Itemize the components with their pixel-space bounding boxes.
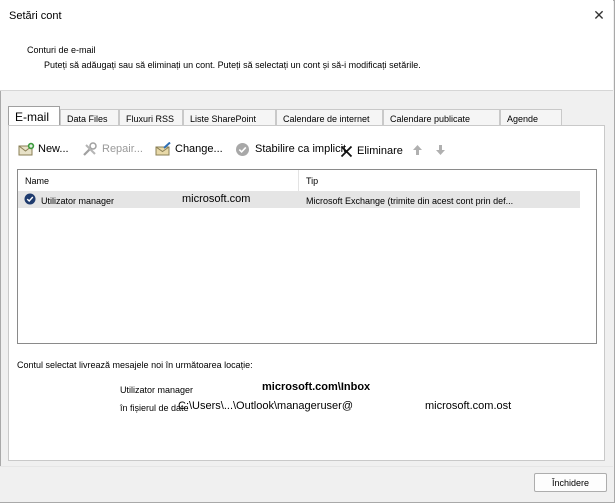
tab-internet-calendars[interactable]: Calendare de internet — [276, 109, 383, 125]
move-down-button[interactable] — [435, 141, 446, 159]
table-row[interactable]: Utilizator manager microsoft.com Microso… — [18, 191, 580, 208]
new-account-icon — [18, 142, 35, 157]
delivery-mailbox: microsoft.com\Inbox — [262, 381, 371, 393]
title-bar: Setări cont ✕ — [0, 0, 613, 32]
tab-sharepoint-lists[interactable]: Liste SharePoint — [183, 109, 276, 125]
tab-address-books[interactable]: Agende — [500, 109, 562, 125]
move-up-icon — [412, 144, 423, 156]
dialog-footer — [0, 466, 613, 502]
column-divider[interactable] — [298, 170, 299, 191]
repair-icon — [82, 141, 99, 157]
delivery-file-domain: microsoft.com.ost — [425, 400, 512, 412]
move-down-icon — [435, 144, 446, 156]
tab-label: Calendare publicate — [390, 114, 471, 124]
tab-label: Fluxuri RSS — [126, 114, 175, 124]
remove-icon — [340, 145, 353, 158]
set-default-icon — [235, 142, 250, 157]
tab-email[interactable]: E-mail — [8, 106, 60, 126]
new-button[interactable]: New... — [18, 140, 69, 158]
tab-label: Liste SharePoint — [190, 114, 257, 124]
window-title: Setări cont — [9, 10, 62, 22]
tab-rss-feeds[interactable]: Fluxuri RSS — [119, 109, 183, 125]
tab-published-calendars[interactable]: Calendare publicate — [383, 109, 500, 125]
tab-label: Data Files — [67, 114, 108, 124]
account-type: Microsoft Exchange (trimite din acest co… — [306, 196, 514, 206]
new-label: New... — [38, 143, 69, 155]
column-header-name[interactable]: Name — [25, 176, 49, 186]
header-banner: Conturi de e-mail Puteți să adăugați sau… — [0, 32, 613, 91]
account-name: Utilizator manager — [41, 196, 115, 206]
repair-label: Repair... — [102, 143, 143, 155]
set-default-label: Stabilire ca implicit — [255, 143, 347, 155]
close-icon[interactable]: ✕ — [589, 6, 609, 24]
tab-label: Agende — [507, 114, 539, 124]
remove-label: Eliminare — [357, 145, 403, 157]
account-domain: microsoft.com — [182, 193, 251, 205]
move-up-button[interactable] — [412, 141, 423, 159]
remove-button[interactable]: Eliminare — [340, 142, 403, 160]
delivery-file-path: C:\Users\...\Outlook\manageruser@ — [178, 400, 354, 412]
close-button[interactable]: Închidere — [534, 473, 607, 492]
default-check-icon — [24, 193, 36, 205]
change-button[interactable]: Change... — [155, 140, 223, 158]
delivery-intro: Contul selectat livrează mesajele noi în… — [17, 360, 253, 370]
banner-description: Puteți să adăugați sau să eliminați un c… — [44, 60, 421, 70]
column-header-type[interactable]: Tip — [306, 176, 318, 186]
tab-label: E-mail — [15, 110, 50, 124]
change-label: Change... — [175, 143, 223, 155]
tab-data-files[interactable]: Data Files — [60, 109, 119, 125]
delivery-account: Utilizator manager — [120, 385, 194, 395]
tab-label: Calendare de internet — [283, 114, 370, 124]
banner-title: Conturi de e-mail — [27, 45, 96, 55]
repair-button[interactable]: Repair... — [82, 140, 143, 158]
list-header: Name Tip — [18, 170, 578, 192]
set-default-button[interactable]: Stabilire ca implicit — [235, 140, 346, 158]
account-list[interactable]: Name Tip Utilizator manager microsoft.co… — [17, 169, 597, 344]
change-icon — [155, 141, 172, 157]
